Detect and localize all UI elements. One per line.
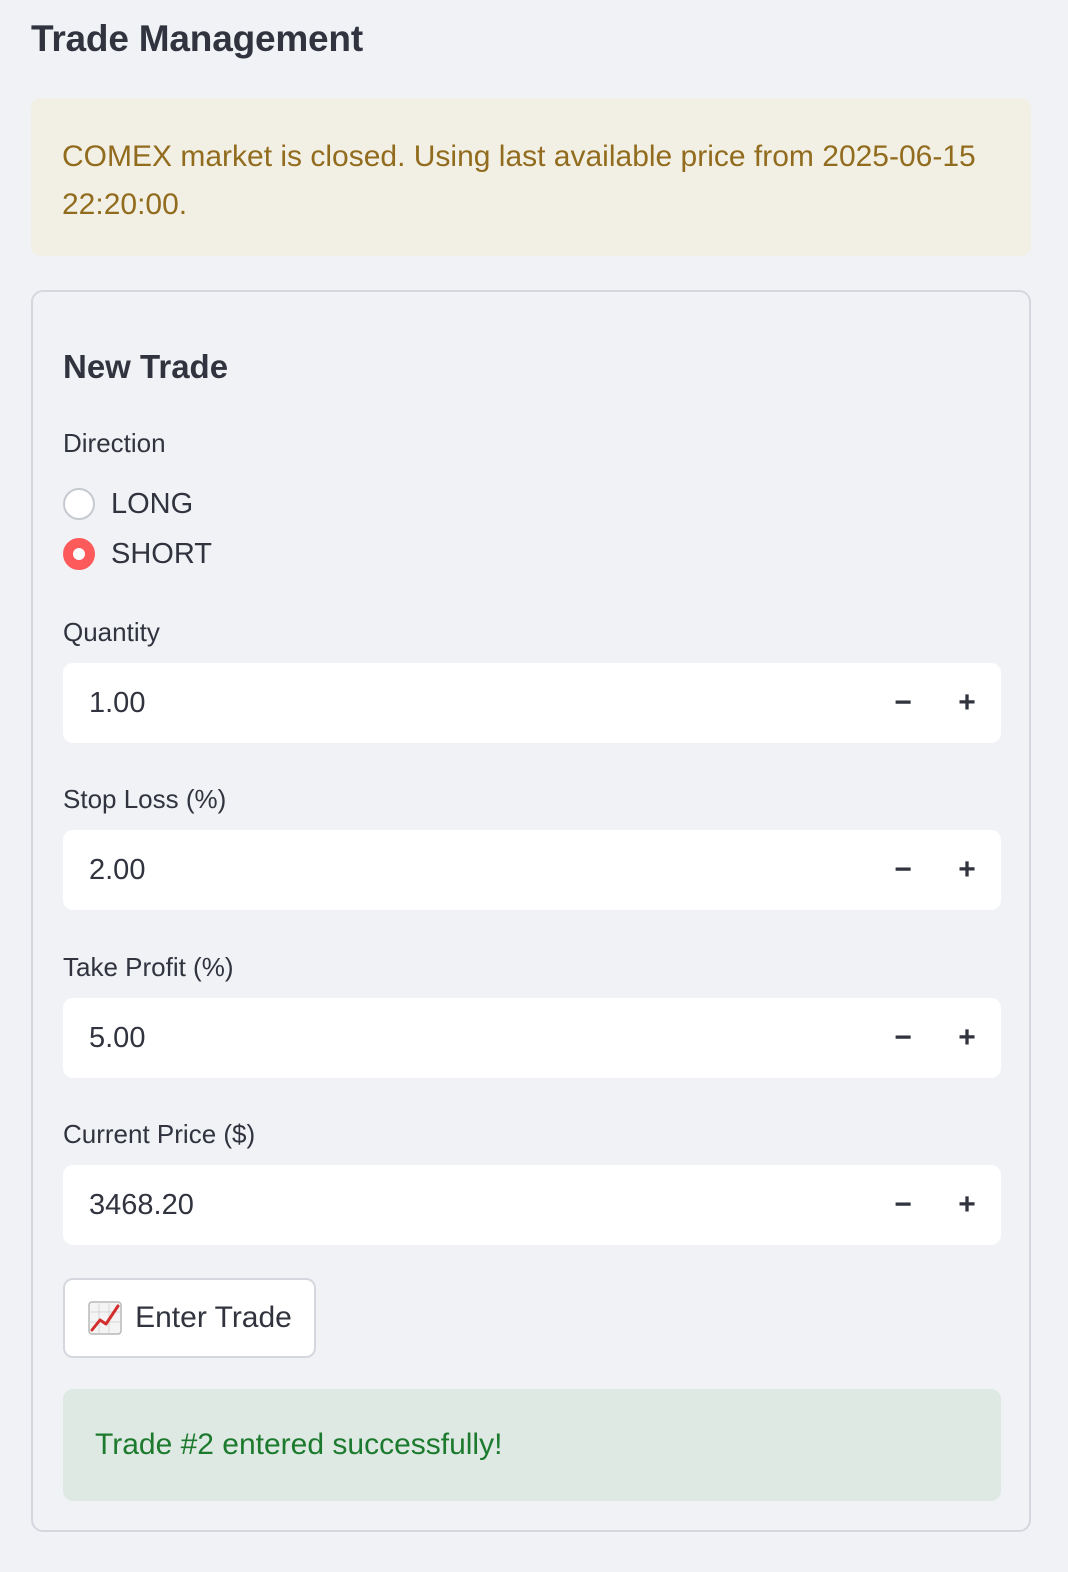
form-title: New Trade [63, 348, 229, 385]
current-price-label: Current Price ($) [63, 1119, 256, 1149]
quantity-decrement-button[interactable]: − [871, 663, 935, 743]
take-profit-label: Take Profit (%) [63, 952, 234, 982]
app-page: Trade Management COMEX market is closed.… [0, 0, 1068, 1572]
radio-option-short[interactable]: SHORT [63, 536, 212, 572]
take-profit-decrement-button[interactable]: − [871, 998, 935, 1078]
current-price-stepper: 3468.20 − + [63, 1165, 1001, 1245]
current-price-input[interactable]: 3468.20 [63, 1189, 871, 1222]
stop-loss-input[interactable]: 2.00 [63, 854, 871, 887]
radio-button-long[interactable] [63, 488, 95, 520]
current-price-increment-button[interactable]: + [935, 1165, 999, 1245]
stop-loss-increment-button[interactable]: + [935, 830, 999, 910]
take-profit-input[interactable]: 5.00 [63, 1022, 871, 1055]
stop-loss-decrement-button[interactable]: − [871, 830, 935, 910]
stop-loss-stepper: 2.00 − + [63, 830, 1001, 910]
take-profit-increment-button[interactable]: + [935, 998, 999, 1078]
success-text: Trade #2 entered successfully! [95, 1428, 503, 1461]
enter-trade-button[interactable]: Enter Trade [63, 1278, 316, 1358]
current-price-decrement-button[interactable]: − [871, 1165, 935, 1245]
radio-option-long[interactable]: LONG [63, 486, 193, 522]
radio-label-short[interactable]: SHORT [111, 538, 212, 571]
trade-success-alert: Trade #2 entered successfully! [63, 1389, 1001, 1501]
quantity-input[interactable]: 1.00 [63, 687, 871, 720]
take-profit-stepper: 5.00 − + [63, 998, 1001, 1078]
stop-loss-label: Stop Loss (%) [63, 784, 227, 814]
quantity-label: Quantity [63, 617, 160, 647]
new-trade-form: New Trade Direction LONG SHORT Quantity … [31, 290, 1031, 1532]
chart-increasing-icon [88, 1301, 122, 1335]
warning-text: COMEX market is closed. Using last avail… [62, 140, 976, 221]
market-closed-warning: COMEX market is closed. Using last avail… [31, 98, 1031, 256]
radio-label-long[interactable]: LONG [111, 488, 193, 521]
page-title: Trade Management [31, 18, 363, 59]
direction-label: Direction [63, 428, 166, 458]
quantity-increment-button[interactable]: + [935, 663, 999, 743]
quantity-stepper: 1.00 − + [63, 663, 1001, 743]
enter-trade-label[interactable]: Enter Trade [135, 1301, 292, 1335]
radio-button-short[interactable] [63, 538, 95, 570]
